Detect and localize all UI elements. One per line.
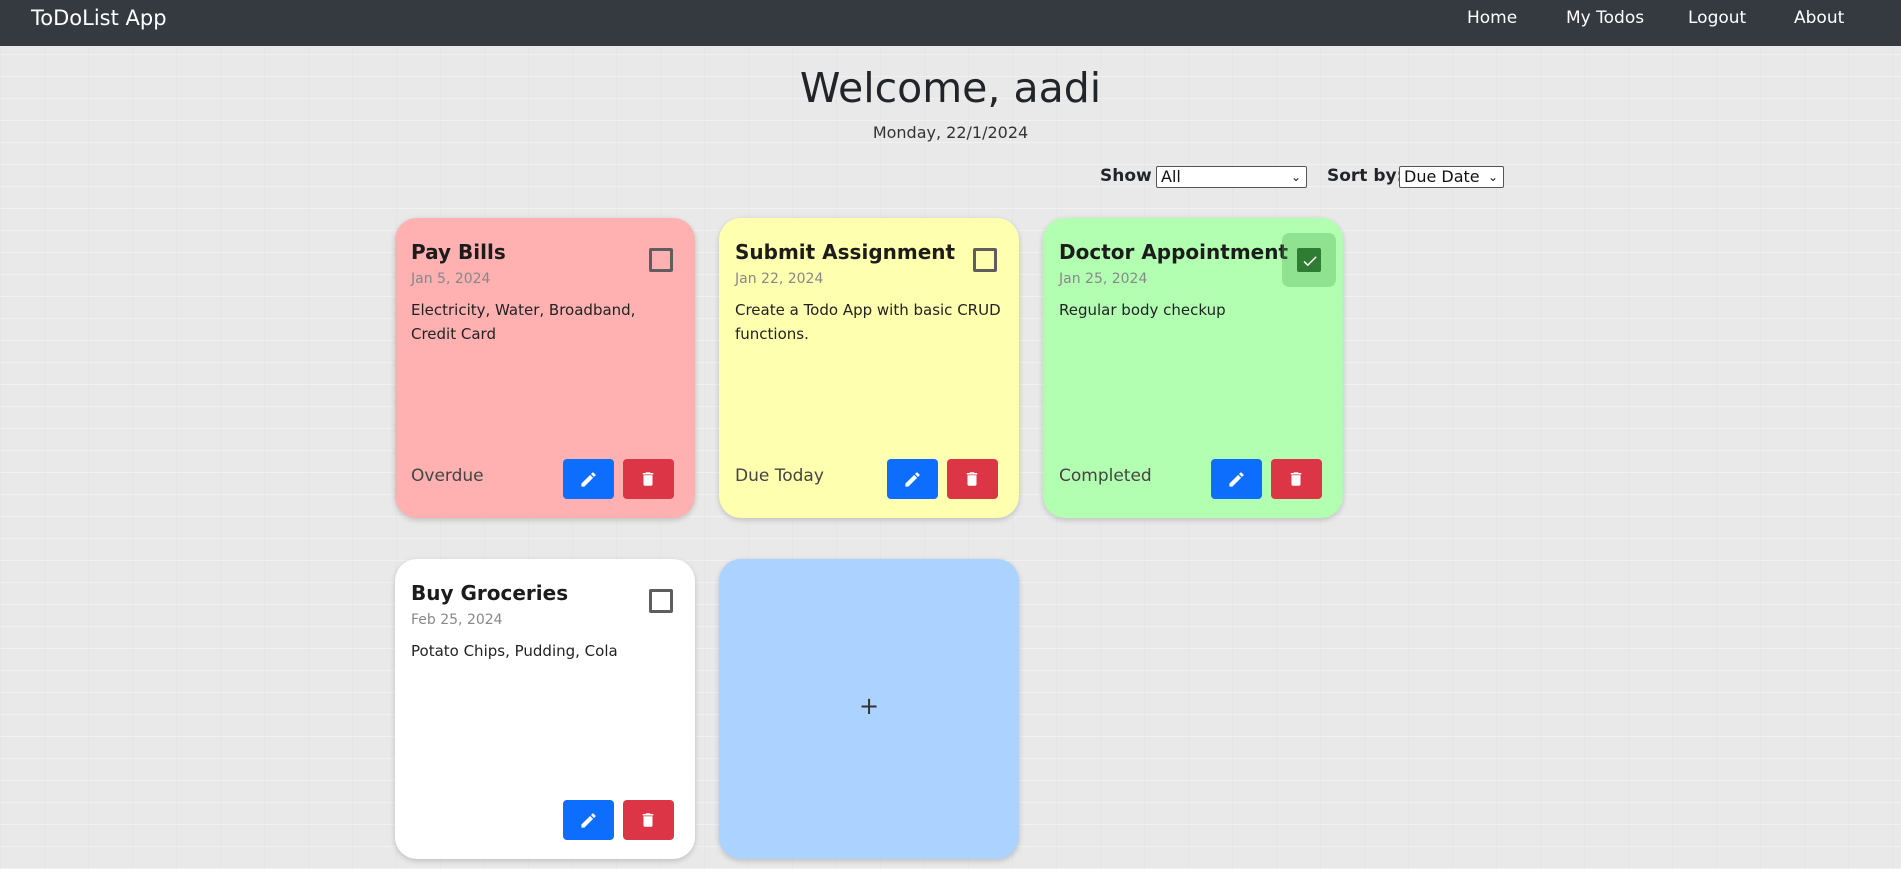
edit-button[interactable]	[563, 459, 614, 499]
todo-status: Completed	[1059, 466, 1152, 486]
todo-description: Create a Todo App with basic CRUD functi…	[735, 301, 1001, 343]
todo-due-date: Feb 25, 2024	[411, 612, 503, 628]
todo-status: Due Today	[735, 466, 824, 486]
complete-checkbox[interactable]	[649, 248, 673, 272]
todo-card: Pay Bills Jan 5, 2024 Electricity, Water…	[395, 218, 695, 518]
todo-description: Regular body checkup	[1059, 301, 1226, 319]
sort-select[interactable]: Due Date ⌄	[1399, 166, 1504, 188]
show-label: Show	[1100, 166, 1152, 186]
edit-button[interactable]	[1211, 459, 1262, 499]
edit-button[interactable]	[887, 459, 938, 499]
check-icon	[1303, 256, 1317, 267]
todo-due-date: Jan 5, 2024	[411, 271, 491, 287]
add-todo-card[interactable]: +	[719, 559, 1019, 859]
chevron-down-icon: ⌄	[1487, 170, 1498, 184]
complete-checkbox[interactable]	[1297, 248, 1321, 272]
complete-checkbox[interactable]	[649, 589, 673, 613]
app-brand[interactable]: ToDoList App	[31, 6, 167, 30]
delete-button[interactable]	[623, 459, 674, 499]
pencil-icon	[1229, 472, 1244, 487]
edit-button[interactable]	[563, 800, 614, 840]
welcome-heading: Welcome, aadi	[799, 64, 1102, 112]
navbar: ToDoList App Home My Todos Logout About	[0, 0, 1901, 46]
trash-icon	[966, 472, 978, 486]
trash-icon	[642, 472, 654, 486]
trash-icon	[642, 813, 654, 827]
sort-select-value: Due Date	[1404, 167, 1480, 186]
pencil-icon	[581, 472, 596, 487]
plus-icon: +	[858, 692, 880, 720]
todo-card: Buy Groceries Feb 25, 2024 Potato Chips,…	[395, 559, 695, 859]
show-select[interactable]: All ⌄	[1156, 166, 1307, 188]
nav-my-todos[interactable]: My Todos	[1566, 8, 1644, 28]
pencil-icon	[905, 472, 920, 487]
show-select-value: All	[1161, 167, 1181, 186]
delete-button[interactable]	[947, 459, 998, 499]
current-date: Monday, 22/1/2024	[872, 123, 1029, 142]
delete-button[interactable]	[623, 800, 674, 840]
nav-about[interactable]: About	[1794, 8, 1844, 28]
chevron-down-icon: ⌄	[1290, 170, 1301, 184]
nav-logout[interactable]: Logout	[1688, 8, 1746, 28]
todo-due-date: Jan 25, 2024	[1059, 271, 1148, 287]
delete-button[interactable]	[1271, 459, 1322, 499]
todo-card: Doctor Appointment Jan 25, 2024 Regular …	[1043, 218, 1343, 518]
pencil-icon	[581, 813, 596, 828]
todo-description: Electricity, Water, Broadband, Credit Ca…	[411, 301, 636, 343]
todo-title: Pay Bills	[411, 240, 506, 264]
todo-title: Doctor Appointment	[1059, 240, 1289, 264]
nav-home[interactable]: Home	[1467, 8, 1517, 28]
todo-description: Potato Chips, Pudding, Cola	[411, 642, 618, 660]
todo-due-date: Jan 22, 2024	[735, 271, 824, 287]
todo-title: Buy Groceries	[411, 581, 569, 605]
todo-card: Submit Assignment Jan 22, 2024 Create a …	[719, 218, 1019, 518]
todo-title: Submit Assignment	[735, 240, 956, 264]
sort-label: Sort by:	[1327, 166, 1404, 186]
complete-checkbox[interactable]	[973, 248, 997, 272]
trash-icon	[1290, 472, 1302, 486]
todo-status: Overdue	[411, 466, 484, 486]
